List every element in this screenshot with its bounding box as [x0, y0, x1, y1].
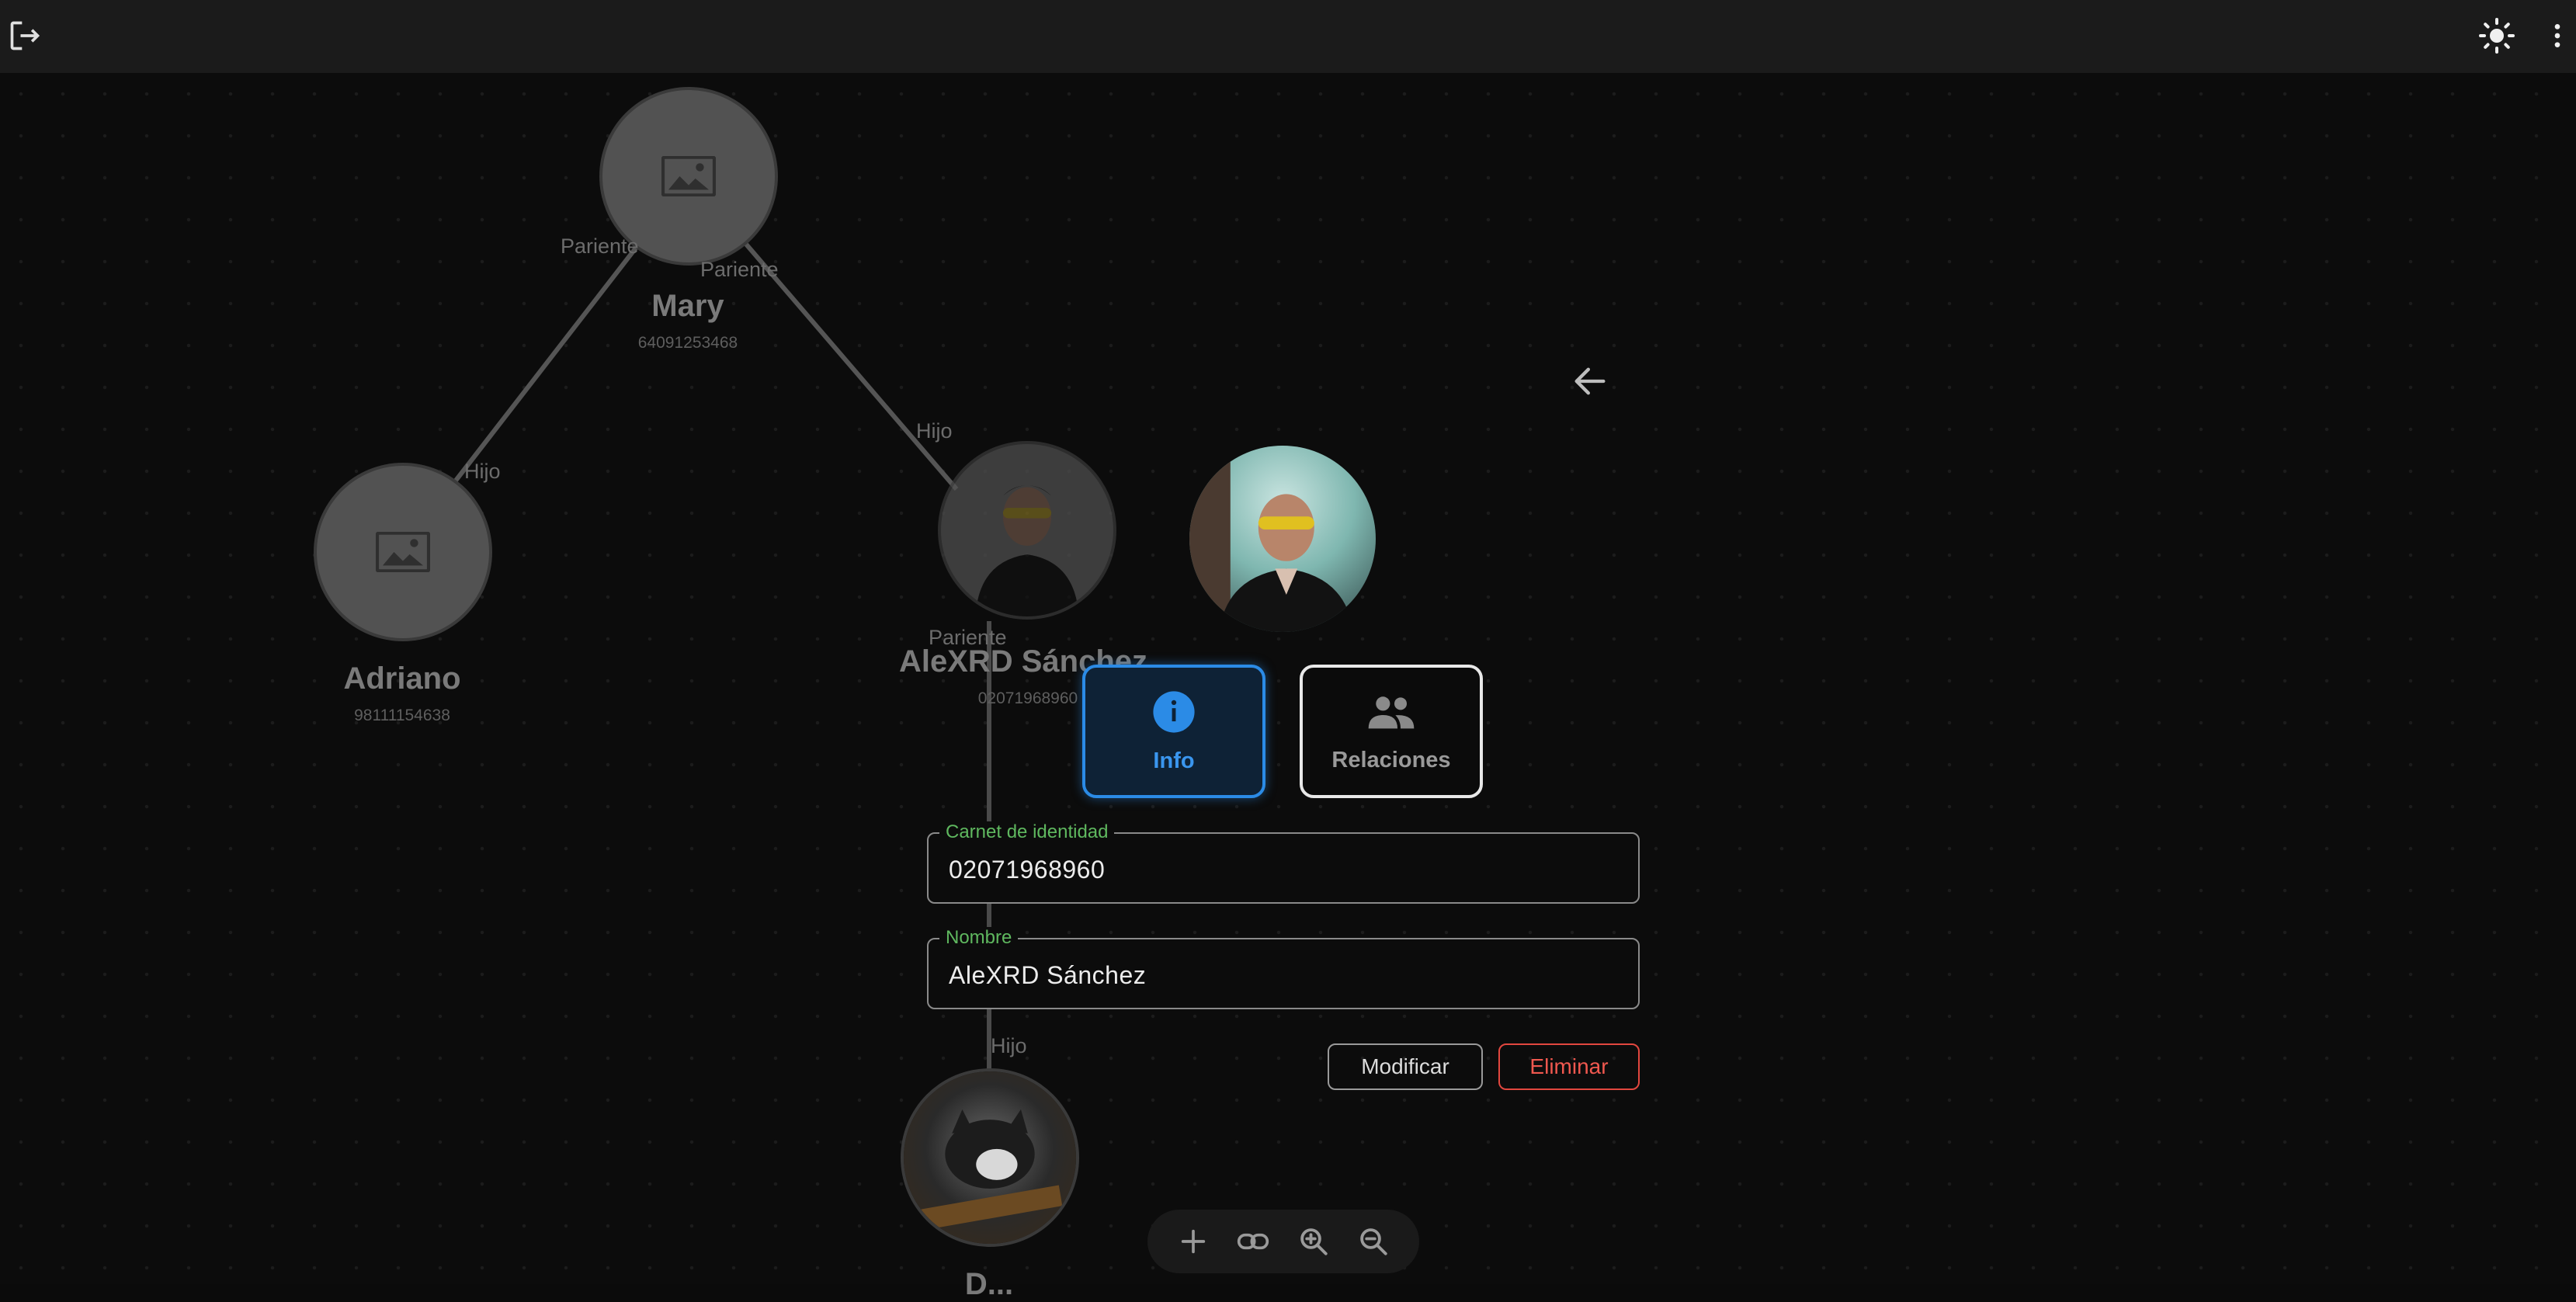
- back-button[interactable]: [1562, 353, 1618, 409]
- node-adriano-name: Adriano: [343, 661, 461, 696]
- tab-info-label: Info: [1153, 748, 1195, 773]
- nombre-field[interactable]: Nombre: [927, 927, 1640, 1009]
- carnet-input[interactable]: [947, 849, 1618, 890]
- node-mary-id: 64091253468: [637, 334, 738, 352]
- zoom-in-icon[interactable]: [1290, 1218, 1337, 1265]
- image-placeholder-icon: [661, 156, 716, 196]
- nombre-input[interactable]: [947, 955, 1618, 995]
- graph-edges: [448, 234, 991, 1071]
- carnet-field-label: Carnet de identidad: [939, 821, 1115, 843]
- node-adriano-avatar[interactable]: [317, 466, 489, 638]
- sun-icon[interactable]: [2472, 11, 2522, 61]
- edge-label-pariente: Pariente: [561, 234, 639, 258]
- edge-label-hijo: Hijo: [916, 419, 953, 443]
- delete-button[interactable]: Eliminar: [1498, 1043, 1640, 1090]
- tab-info[interactable]: Info: [1082, 665, 1265, 798]
- profile-avatar[interactable]: [1189, 446, 1376, 632]
- info-icon: [1153, 690, 1195, 733]
- tab-relaciones[interactable]: Relaciones: [1300, 665, 1483, 798]
- logout-icon[interactable]: [0, 11, 50, 61]
- node-bottom-name: D...: [964, 1267, 1014, 1301]
- image-placeholder-icon: [376, 532, 430, 572]
- zoom-out-icon[interactable]: [1350, 1218, 1397, 1265]
- edge-label-pariente: Pariente: [929, 626, 1007, 649]
- add-icon[interactable]: [1170, 1218, 1217, 1265]
- nombre-field-label: Nombre: [939, 927, 1019, 949]
- app-bar: [0, 0, 2576, 73]
- edge-label-pariente: Pariente: [700, 258, 779, 281]
- modify-button[interactable]: Modificar: [1328, 1043, 1483, 1090]
- edge-label-hijo: Hijo: [464, 460, 501, 483]
- arrow-left-icon: [1574, 367, 1606, 395]
- edge-mary-adriano: [448, 245, 639, 489]
- edge-label-hijo: Hijo: [991, 1034, 1027, 1057]
- node-mary-name: Mary: [651, 289, 724, 323]
- people-icon: [1368, 696, 1415, 728]
- carnet-field[interactable]: Carnet de identidad: [927, 821, 1640, 904]
- node-adriano-id: 98111154638: [354, 707, 450, 724]
- tab-relaciones-label: Relaciones: [1331, 747, 1451, 773]
- graph-toolbar: [1147, 1210, 1419, 1273]
- node-alexrd-photo[interactable]: [941, 444, 1113, 616]
- link-icon[interactable]: [1230, 1218, 1276, 1265]
- more-vertical-icon[interactable]: [2533, 11, 2576, 61]
- node-bottom-photo[interactable]: [904, 1071, 1076, 1244]
